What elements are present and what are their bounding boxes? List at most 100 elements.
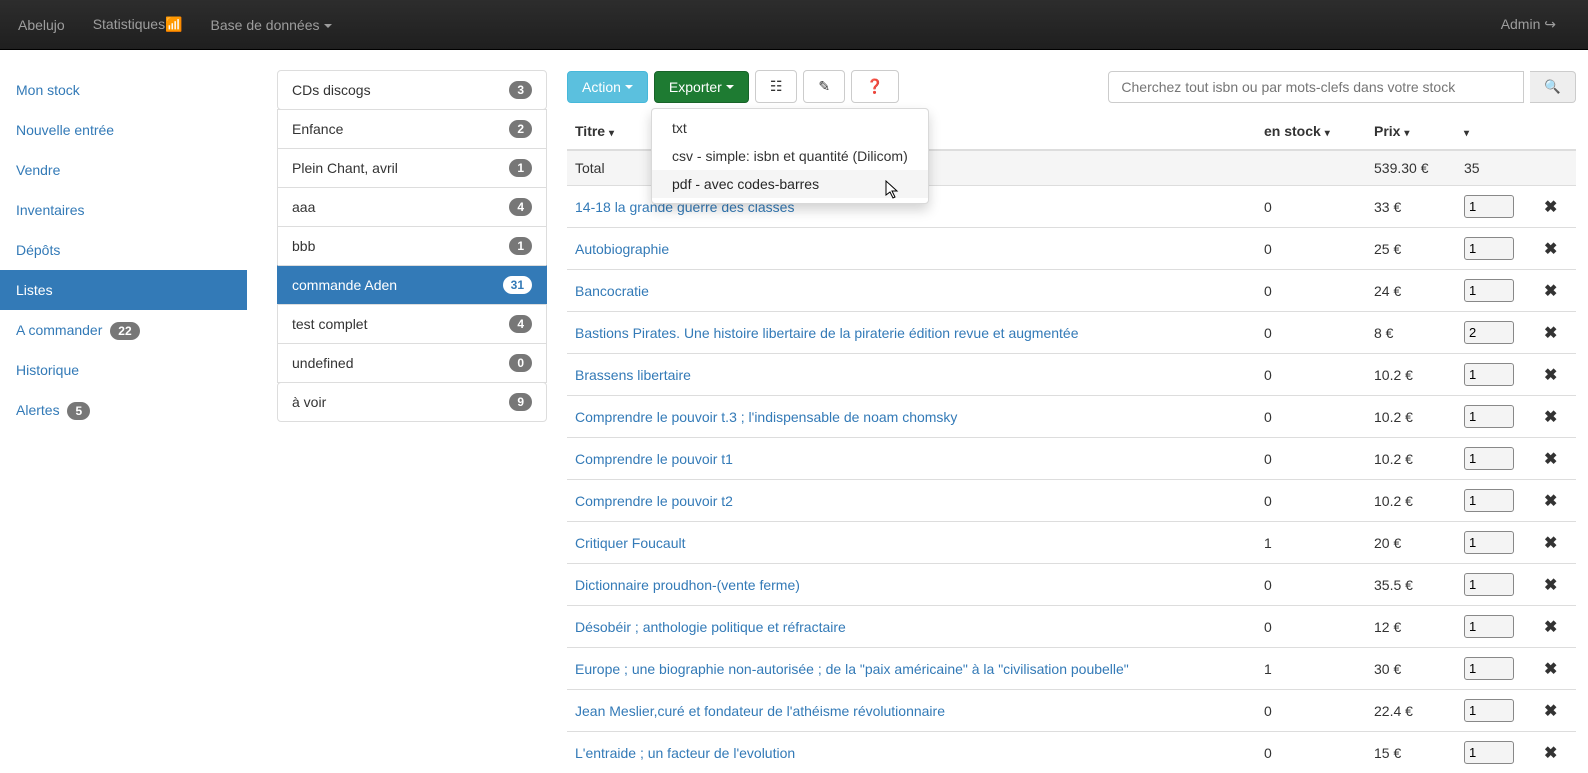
item-title-link[interactable]: Désobéir ; anthologie politique et réfra… [575,619,846,635]
item-stock: 0 [1256,732,1366,773]
sidebar-item[interactable]: Inventaires [0,190,247,230]
caret-icon [726,85,734,89]
delete-icon[interactable]: ✖ [1544,745,1557,762]
item-stock: 0 [1256,354,1366,396]
delete-icon[interactable]: ✖ [1544,409,1557,426]
qty-input[interactable] [1464,237,1514,260]
badge: 1 [509,237,532,255]
action-button[interactable]: Action [567,71,648,103]
export-pdf[interactable]: pdf - avec codes-barres [652,170,928,198]
delete-icon[interactable]: ✖ [1544,451,1557,468]
badge: 22 [110,322,139,340]
list-item[interactable]: commande Aden31 [277,265,547,305]
qty-input[interactable] [1464,531,1514,554]
item-title-link[interactable]: Bastions Pirates. Une histoire libertair… [575,325,1079,341]
sort-icon: ▾ [609,128,614,139]
item-stock: 0 [1256,312,1366,354]
sidebar-item[interactable]: Historique [0,350,247,390]
export-txt[interactable]: txt [652,114,928,142]
qty-input[interactable] [1464,447,1514,470]
item-title-link[interactable]: Comprendre le pouvoir t.3 ; l'indispensa… [575,409,957,425]
nav-stats[interactable]: Statistiques📶 [79,16,197,33]
qty-input[interactable] [1464,279,1514,302]
sidebar-item[interactable]: Listes [0,270,247,310]
sidebar-item[interactable]: Dépôts [0,230,247,270]
item-title-link[interactable]: Europe ; une biographie non-autorisée ; … [575,661,1129,677]
delete-icon[interactable]: ✖ [1544,493,1557,510]
qty-input[interactable] [1464,489,1514,512]
table-row: Europe ; une biographie non-autorisée ; … [567,648,1576,690]
help-button[interactable]: ❓ [851,70,898,103]
item-price: 24 € [1366,270,1456,312]
brand-link[interactable]: Abelujo [18,17,79,33]
list-item[interactable]: bbb1 [277,226,547,266]
list-item[interactable]: Enfance2 [277,109,547,149]
list-item[interactable]: test complet4 [277,304,547,344]
qty-input[interactable] [1464,615,1514,638]
search-button[interactable]: 🔍 [1530,71,1576,103]
col-qty[interactable]: ▾ [1456,113,1536,150]
export-button[interactable]: Exporter [654,71,749,103]
delete-icon[interactable]: ✖ [1544,241,1557,258]
list-item[interactable]: CDs discogs3 [277,70,547,110]
delete-icon[interactable]: ✖ [1544,283,1557,300]
list-item[interactable]: undefined0 [277,343,547,383]
item-title-link[interactable]: Jean Meslier,curé et fondateur de l'athé… [575,703,945,719]
item-price: 30 € [1366,648,1456,690]
qty-input[interactable] [1464,657,1514,680]
delete-icon[interactable]: ✖ [1544,619,1557,636]
list-icon: ☷ [770,78,783,95]
delete-icon[interactable]: ✖ [1544,577,1557,594]
list-item[interactable]: Plein Chant, avril1 [277,148,547,188]
view-list-button[interactable]: ☷ [755,70,798,103]
edit-button[interactable]: ✎ [803,70,845,103]
qty-input[interactable] [1464,699,1514,722]
delete-icon[interactable]: ✖ [1544,199,1557,216]
item-stock: 0 [1256,186,1366,228]
list-item[interactable]: aaa4 [277,187,547,227]
search-input[interactable] [1108,71,1524,103]
delete-icon[interactable]: ✖ [1544,661,1557,678]
item-title-link[interactable]: Dictionnaire proudhon-(vente ferme) [575,577,800,593]
badge: 4 [509,198,532,216]
item-title-link[interactable]: Comprendre le pouvoir t2 [575,493,733,509]
sidebar-item[interactable]: Mon stock [0,70,247,110]
delete-icon[interactable]: ✖ [1544,325,1557,342]
pencil-icon: ✎ [818,78,830,95]
delete-icon[interactable]: ✖ [1544,703,1557,720]
sidebar-item[interactable]: Alertes 5 [0,390,247,430]
item-title-link[interactable]: L'entraide ; un facteur de l'evolution [575,745,795,761]
col-stock[interactable]: en stock ▾ [1256,113,1366,150]
table-row: Bastions Pirates. Une histoire libertair… [567,312,1576,354]
badge: 5 [67,402,90,420]
sidebar-item[interactable]: A commander 22 [0,310,247,350]
qty-input[interactable] [1464,573,1514,596]
total-price: 539.30 € [1366,150,1456,186]
delete-icon[interactable]: ✖ [1544,367,1557,384]
nav-admin[interactable]: Admin ↪ [1487,16,1570,33]
qty-input[interactable] [1464,363,1514,386]
sidebar-item[interactable]: Vendre [0,150,247,190]
table-row: Jean Meslier,curé et fondateur de l'athé… [567,690,1576,732]
item-title-link[interactable]: Bancocratie [575,283,649,299]
export-csv[interactable]: csv - simple: isbn et quantité (Dilicom) [652,142,928,170]
item-title-link[interactable]: Critiquer Foucault [575,535,686,551]
qty-input[interactable] [1464,405,1514,428]
item-title-link[interactable]: Comprendre le pouvoir t1 [575,451,733,467]
nav-db[interactable]: Base de données [197,17,346,33]
col-price[interactable]: Prix ▾ [1366,113,1456,150]
list-item-label: Enfance [292,121,343,137]
qty-input[interactable] [1464,321,1514,344]
list-item-label: commande Aden [292,277,397,293]
item-title-link[interactable]: Brassens libertaire [575,367,691,383]
qty-input[interactable] [1464,195,1514,218]
list-item-label: undefined [292,355,354,371]
action-label: Action [582,79,621,95]
qty-input[interactable] [1464,741,1514,764]
list-item[interactable]: à voir9 [277,382,547,422]
delete-icon[interactable]: ✖ [1544,535,1557,552]
item-stock: 0 [1256,396,1366,438]
sort-icon: ▾ [1404,128,1409,139]
item-title-link[interactable]: Autobiographie [575,241,669,257]
sidebar-item[interactable]: Nouvelle entrée [0,110,247,150]
